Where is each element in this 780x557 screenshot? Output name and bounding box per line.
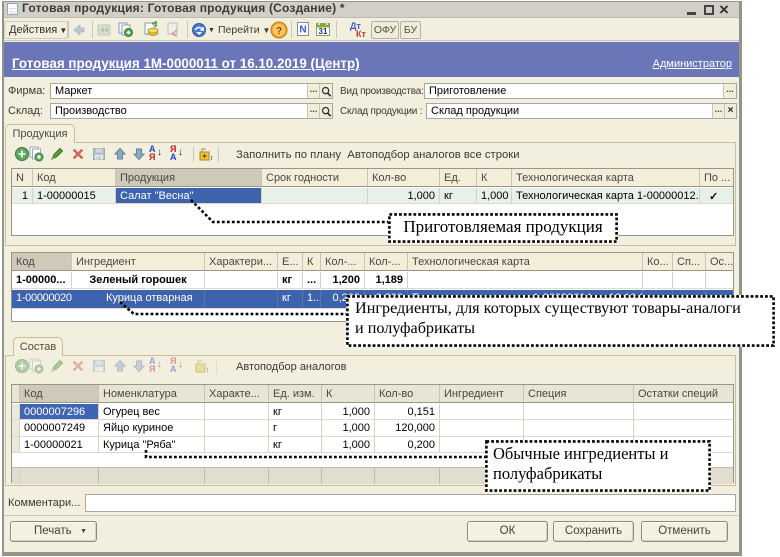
svg-text:OK: OK xyxy=(96,156,102,160)
svg-text:N: N xyxy=(299,25,306,36)
svg-text:t: t xyxy=(210,156,212,162)
svg-text:t: t xyxy=(207,368,209,374)
svg-text:31: 31 xyxy=(319,27,328,36)
svg-text:?: ? xyxy=(276,26,282,37)
